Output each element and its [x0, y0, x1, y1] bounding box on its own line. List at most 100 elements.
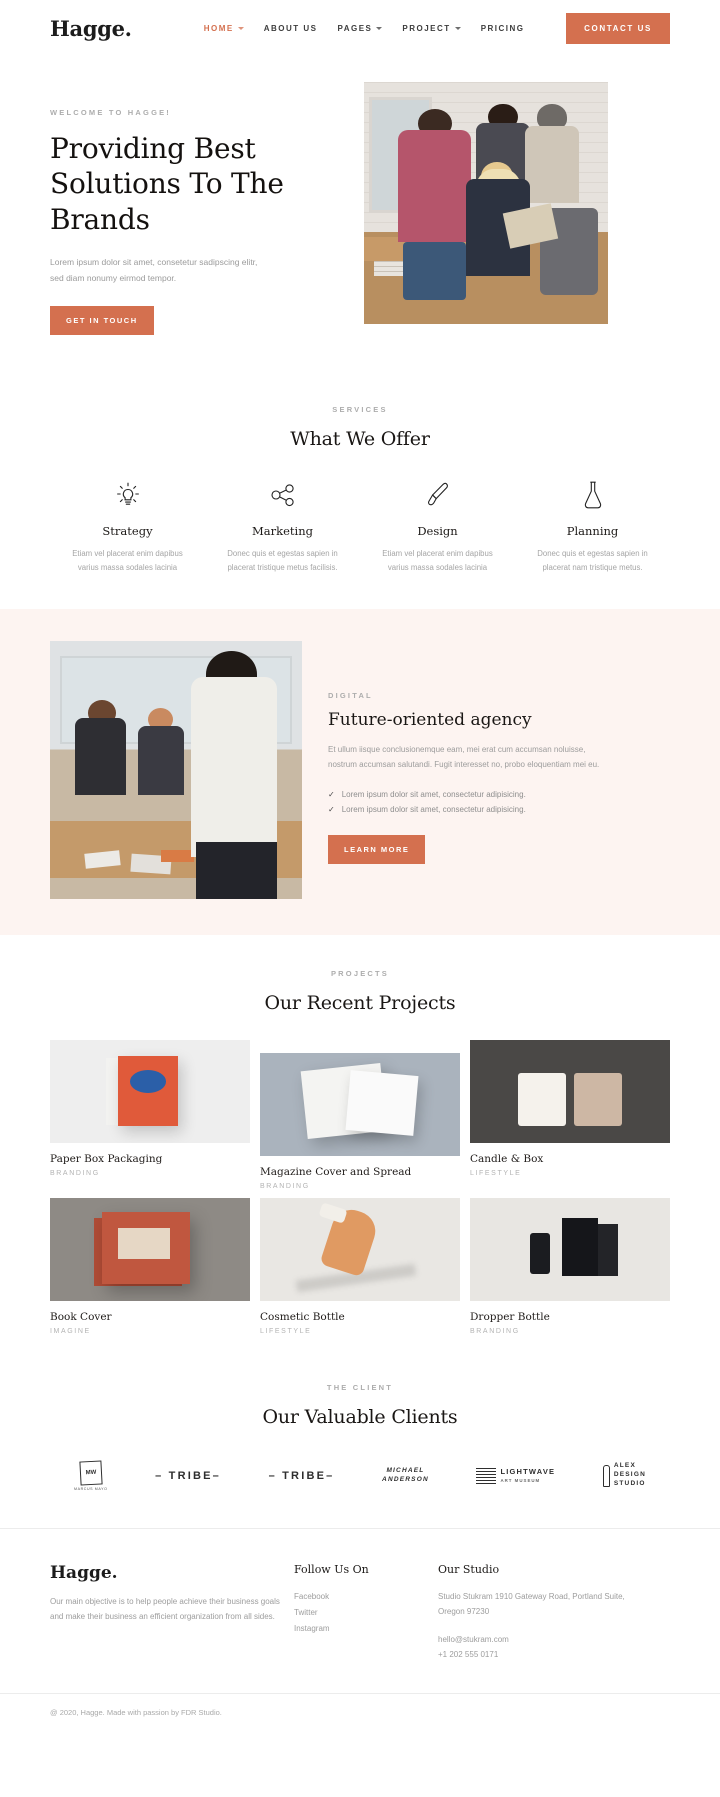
copyright-text: @ 2020, Hagge. Made with passion by FDR …: [50, 1707, 222, 1717]
about-check-list: ✓ Lorem ipsum dolor sit amet, consectetu…: [328, 787, 606, 817]
alex-line3: STUDIO: [613, 1479, 646, 1487]
waves-icon: [476, 1467, 497, 1484]
nav-label: ABOUT US: [263, 23, 318, 33]
project-category: LIFESTYLE: [260, 1327, 312, 1335]
client-logo-tribe-1: – TRIBE–: [155, 1469, 221, 1482]
client-logo-alex-design-studio: ALEX DESIGN STUDIO: [602, 1458, 646, 1494]
site-footer: Hagge. Our main objective is to help peo…: [0, 1527, 720, 1735]
list-item: ✓ Lorem ipsum dolor sit amet, consectetu…: [328, 802, 606, 817]
projects-grid: Paper Box Packaging BRANDING Magazine Co…: [50, 1039, 670, 1335]
client-logo-tribe-2: – TRIBE–: [268, 1469, 335, 1482]
projects-section: PROJECTS Our Recent Projects Paper Box P…: [0, 935, 720, 1363]
project-title: Book Cover: [50, 1310, 112, 1323]
clients-eyebrow: THE CLIENT: [326, 1382, 394, 1392]
project-category: IMAGINE: [50, 1327, 91, 1335]
project-category: BRANDING: [470, 1327, 520, 1335]
project-card[interactable]: Paper Box Packaging BRANDING: [50, 1039, 250, 1190]
landing-page: Hagge. HOME ABOUT US PAGES PROJECT PRICI…: [0, 0, 720, 1735]
lightwave-line1: LIGHTWAVE: [500, 1467, 556, 1477]
project-card[interactable]: Cosmetic Bottle LIFESTYLE: [260, 1197, 460, 1335]
hero-eyebrow: WELCOME TO HAGGE!: [50, 108, 172, 117]
main-navigation: HOME ABOUT US PAGES PROJECT PRICING: [204, 24, 525, 33]
footer-about-text: Our main objective is to help people ach…: [50, 1596, 280, 1622]
project-card[interactable]: Candle & Box LIFESTYLE: [470, 1039, 670, 1190]
project-thumbnail: [470, 1039, 670, 1143]
client-logo-michael-anderson: MICHAEL ANDERSON: [382, 1458, 429, 1494]
learn-more-button[interactable]: LEARN MORE: [328, 835, 426, 865]
service-title: Strategy: [102, 524, 153, 539]
footer-logo[interactable]: Hagge.: [50, 1563, 280, 1583]
clients-heading: THE CLIENT Our Valuable Clients: [50, 1383, 670, 1428]
footer-brand-block: Hagge. Our main objective is to help peo…: [50, 1563, 280, 1625]
service-text: Donec quis et egestas sapien in placerat…: [537, 549, 648, 572]
service-text: Etiam vel placerat enim dapibus varius m…: [382, 549, 493, 572]
check-icon: ✓: [328, 789, 335, 799]
get-in-touch-button[interactable]: GET IN TOUCH: [50, 306, 154, 336]
contact-us-button[interactable]: CONTACT US: [566, 12, 670, 44]
nav-item-pricing[interactable]: PRICING: [481, 24, 525, 33]
hero-section: WELCOME TO HAGGE! Providing Best Solutio…: [0, 56, 720, 391]
client-logos: MW MARCUS MAYO – TRIBE– – TRIBE– MICHAEL…: [50, 1458, 670, 1494]
project-thumbnail: [50, 1197, 250, 1301]
client-logo-lightwave: LIGHTWAVE ART MUSEUM: [476, 1458, 555, 1494]
project-card[interactable]: Dropper Bottle BRANDING: [470, 1197, 670, 1335]
project-category: LIFESTYLE: [470, 1169, 522, 1177]
project-card[interactable]: Magazine Cover and Spread BRANDING: [260, 1040, 460, 1190]
alex-line2: DESIGN: [613, 1471, 646, 1479]
flask-icon: [527, 478, 658, 512]
pen-icon: [602, 1464, 610, 1487]
about-image: [50, 640, 302, 899]
alex-line1: ALEX: [613, 1462, 636, 1470]
project-category: BRANDING: [260, 1182, 310, 1190]
footer-email[interactable]: hello@stukram.com: [438, 1632, 638, 1648]
service-card-strategy[interactable]: Strategy Etiam vel placerat enim dapibus…: [50, 478, 205, 574]
nav-item-pages[interactable]: PAGES: [337, 23, 383, 33]
nav-label: HOME: [203, 23, 234, 33]
footer-link-instagram[interactable]: Instagram: [294, 1621, 424, 1637]
nav-item-home[interactable]: HOME: [204, 24, 244, 33]
nav-item-project[interactable]: PROJECT: [402, 23, 461, 33]
hero-title: Providing Best Solutions To The Brands: [50, 132, 284, 236]
footer-link-twitter[interactable]: Twitter: [294, 1605, 424, 1621]
nav-label: PRICING: [480, 23, 525, 33]
service-card-marketing[interactable]: Marketing Donec quis et egestas sapien i…: [205, 478, 360, 574]
nav-label: PAGES: [337, 23, 373, 33]
clients-title: Our Valuable Clients: [262, 1405, 458, 1428]
project-title: Paper Box Packaging: [50, 1152, 163, 1165]
project-thumbnail: [260, 1197, 460, 1301]
list-item-label: Lorem ipsum dolor sit amet, consectetur …: [341, 789, 526, 799]
service-card-planning[interactable]: Planning Donec quis et egestas sapien in…: [515, 478, 670, 574]
service-title: Planning: [566, 524, 619, 539]
logo[interactable]: Hagge.: [50, 18, 132, 39]
footer-address: Studio Stukram 1910 Gateway Road, Portla…: [438, 1591, 625, 1617]
footer-link-facebook[interactable]: Facebook: [294, 1589, 424, 1605]
paintbrush-icon: [372, 478, 503, 512]
client-logo-marcus-mayo: MW MARCUS MAYO: [74, 1458, 108, 1494]
list-item: ✓ Lorem ipsum dolor sit amet, consectetu…: [328, 787, 606, 802]
footer-follow-column: Follow Us On Facebook Twitter Instagram: [294, 1563, 424, 1638]
project-category: BRANDING: [50, 1169, 100, 1177]
clients-section: THE CLIENT Our Valuable Clients MW MARCU…: [0, 1363, 720, 1528]
project-title: Dropper Bottle: [470, 1310, 550, 1323]
service-card-design[interactable]: Design Etiam vel placerat enim dapibus v…: [360, 478, 515, 574]
chevron-down-icon: [454, 26, 461, 30]
project-card[interactable]: Book Cover IMAGINE: [50, 1197, 250, 1335]
footer-bottom-bar: @ 2020, Hagge. Made with passion by FDR …: [0, 1692, 720, 1735]
chevron-down-icon: [376, 26, 383, 30]
project-title: Candle & Box: [470, 1152, 544, 1165]
lightwave-line2: ART MUSEUM: [500, 1477, 541, 1483]
footer-phone[interactable]: +1 202 555 0171: [438, 1647, 638, 1663]
project-thumbnail: [470, 1197, 670, 1301]
hero-description: Lorem ipsum dolor sit amet, consetetur s…: [50, 256, 258, 283]
about-section: DIGITAL Future-oriented agency Et ullum …: [0, 608, 720, 935]
site-header: Hagge. HOME ABOUT US PAGES PROJECT PRICI…: [0, 0, 720, 56]
lightbulb-icon: [62, 478, 193, 512]
footer-follow-heading: Follow Us On: [294, 1562, 369, 1576]
projects-title: Our Recent Projects: [264, 991, 456, 1014]
service-title: Design: [417, 524, 458, 539]
nav-label: PROJECT: [402, 23, 451, 33]
list-item-label: Lorem ipsum dolor sit amet, consectetur …: [341, 804, 526, 814]
project-title: Cosmetic Bottle: [260, 1310, 345, 1323]
hero-image: [364, 82, 608, 324]
nav-item-about-us[interactable]: ABOUT US: [264, 24, 318, 33]
